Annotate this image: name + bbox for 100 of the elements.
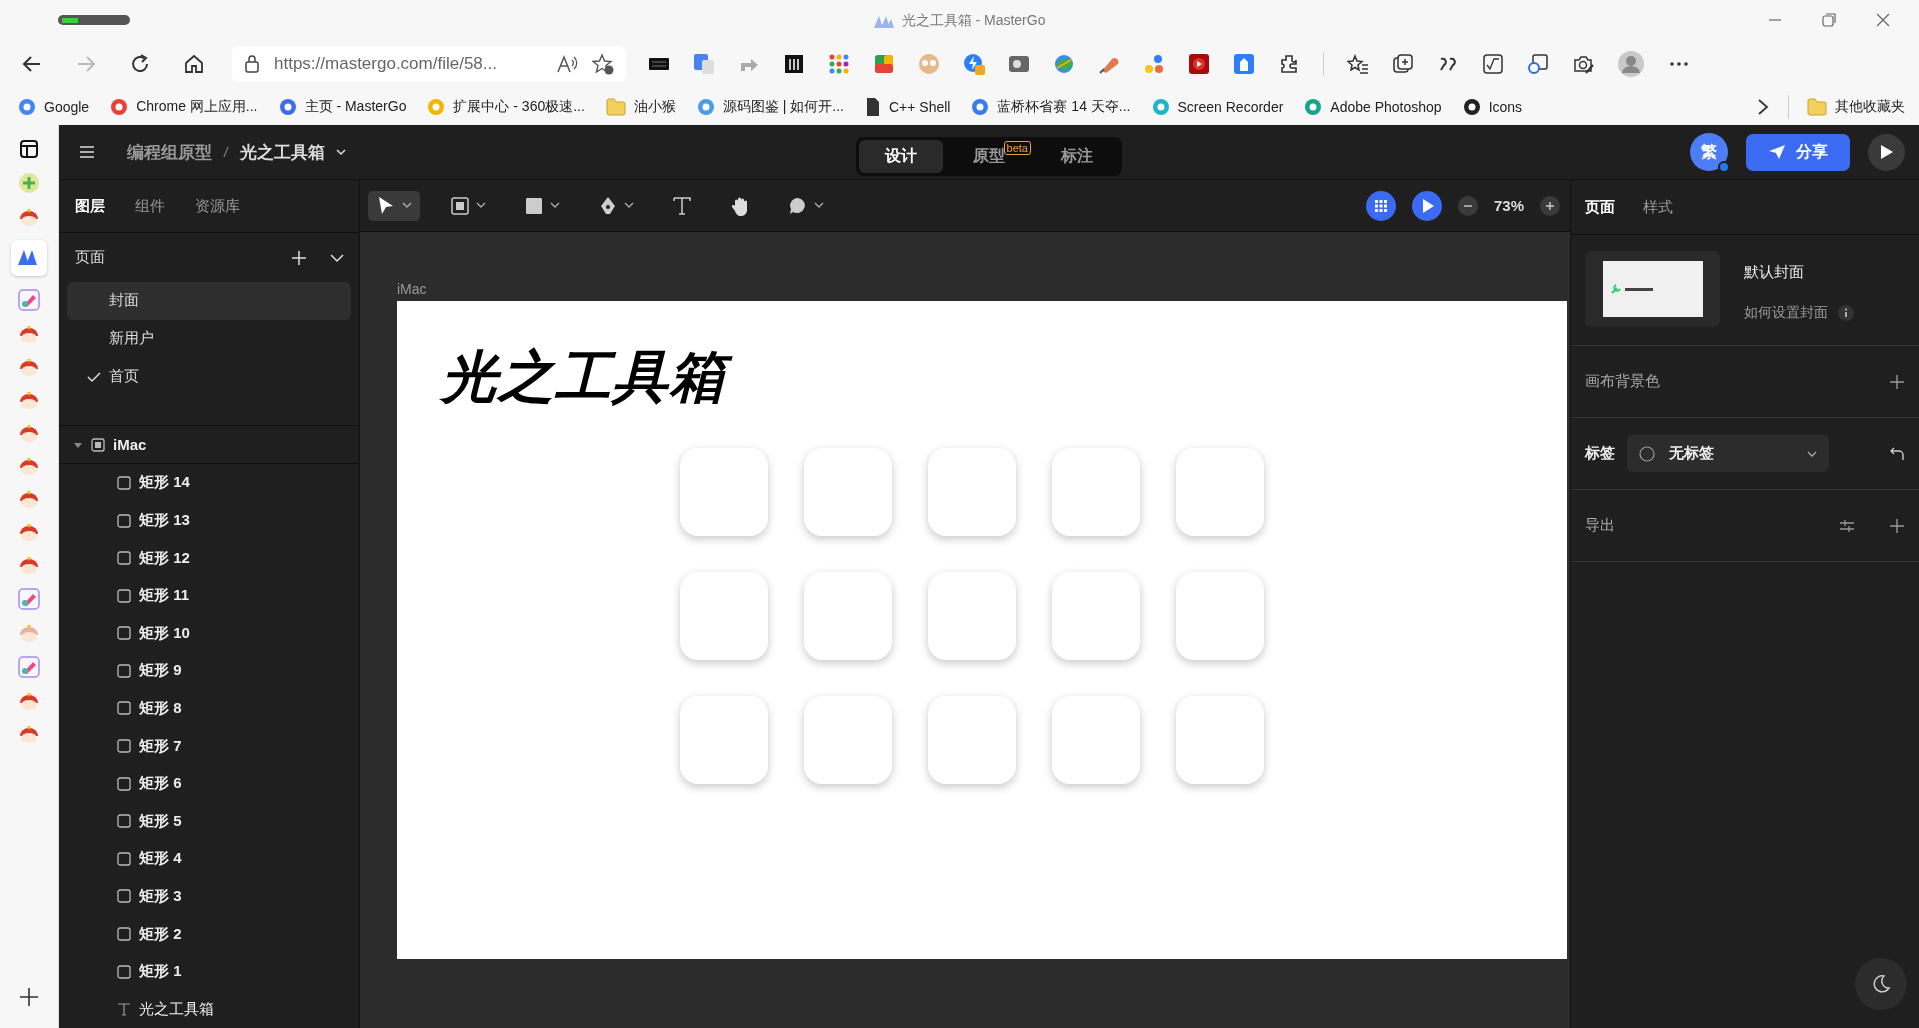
layer-name[interactable]: 矩形 6 (139, 774, 182, 794)
bookmark-link[interactable]: 油小猴 (633, 97, 676, 116)
menu-icon[interactable] (79, 145, 95, 159)
bookmark-link[interactable]: 源码图鉴 | 如何开... (722, 97, 844, 116)
grid-plugin-icon[interactable] (1365, 190, 1396, 221)
home-icon[interactable] (182, 52, 206, 76)
sidebar-toggle-icon[interactable] (19, 139, 39, 159)
layer-name[interactable]: 矩形 13 (139, 511, 190, 530)
panel-tab[interactable]: 样式 (1643, 197, 1673, 217)
panel-tab[interactable]: 资源库 (195, 196, 240, 216)
bookmark-link[interactable]: Google (44, 98, 90, 115)
caret-icon[interactable] (624, 202, 634, 209)
bookmark-link[interactable]: 扩展中心 - 360极速... (453, 97, 585, 116)
globe-icon[interactable] (1053, 53, 1075, 75)
bookmark-folder[interactable]: 其他收藏夹 (1835, 97, 1905, 116)
add-icon[interactable] (18, 986, 40, 1008)
mascot-icon[interactable] (18, 357, 40, 377)
favorite-icon[interactable] (592, 53, 614, 75)
user-avatar[interactable]: 繁 (1690, 133, 1728, 171)
add-page-icon[interactable] (291, 249, 307, 266)
cover-thumbnail[interactable] (1585, 251, 1720, 327)
pen-app-icon[interactable] (18, 588, 40, 610)
bookmark-link[interactable]: Screen Recorder (1177, 98, 1284, 115)
page-item[interactable]: 新用户 (67, 319, 351, 358)
share-button[interactable]: 分享 (1746, 133, 1850, 171)
layer-name[interactable]: iMac (113, 436, 147, 454)
translate-icon[interactable] (693, 53, 715, 75)
bookmark-link[interactable]: Chrome 网上应用... (136, 97, 258, 116)
present-button[interactable] (1868, 133, 1905, 171)
ie-mode-icon[interactable] (1527, 53, 1549, 75)
zoom-out-button[interactable] (1457, 195, 1478, 216)
play-plugin-icon[interactable] (1411, 190, 1442, 221)
info-icon[interactable] (1838, 305, 1854, 321)
layer-name[interactable]: 矩形 4 (139, 849, 182, 869)
mode-tab[interactable]: 设计 (859, 140, 943, 173)
caret-icon[interactable] (550, 202, 560, 209)
panel-tab[interactable]: 组件 (135, 196, 165, 216)
play-square-icon[interactable] (1188, 53, 1210, 75)
trash-icon[interactable] (783, 53, 805, 75)
layer-name[interactable]: 光之工具箱 (139, 999, 214, 1019)
artboard[interactable]: 光之工具箱 (397, 301, 1567, 959)
add-icon[interactable] (1889, 373, 1905, 390)
add-circle-icon[interactable] (18, 172, 40, 194)
bookmark-link[interactable]: 蓝桥杯省赛 14 天夺... (997, 97, 1131, 116)
mascot-icon[interactable] (18, 724, 40, 744)
caret-icon[interactable] (814, 202, 824, 209)
comment-icon[interactable] (788, 195, 808, 216)
layer-name[interactable]: 矩形 14 (139, 473, 190, 493)
mascot-icon[interactable] (18, 555, 40, 575)
mascot-icon[interactable] (18, 324, 40, 344)
bookmark-link[interactable]: 主页 - MasterGo (304, 97, 407, 116)
zoom-level[interactable]: 73% (1493, 197, 1524, 214)
layer-name[interactable]: 矩形 1 (139, 962, 182, 982)
formula-icon[interactable] (1482, 53, 1504, 75)
layer-name[interactable]: 矩形 3 (139, 886, 182, 906)
puzzle-icon[interactable] (1278, 53, 1300, 75)
screenshot-icon[interactable] (1572, 53, 1594, 75)
layer-name[interactable]: 矩形 2 (139, 924, 182, 944)
page-item[interactable]: 首页 (67, 357, 351, 396)
hand-icon[interactable] (730, 195, 750, 216)
close-icon[interactable] (1875, 12, 1891, 28)
tag-dropdown[interactable]: 无标签 (1627, 435, 1829, 472)
favorites-icon[interactable] (1347, 53, 1369, 75)
lightning-icon[interactable] (963, 53, 985, 75)
frame-tool-icon[interactable] (450, 195, 470, 216)
mascot-icon[interactable] (18, 207, 40, 227)
text-tool-icon[interactable] (672, 195, 692, 216)
bookmark-link[interactable]: C++ Shell (889, 98, 951, 115)
layer-name[interactable]: 矩形 9 (139, 661, 182, 681)
restore-icon[interactable] (1821, 12, 1837, 28)
undo-icon[interactable] (1889, 445, 1905, 462)
mascot-icon[interactable] (18, 456, 40, 476)
profile-avatar-icon[interactable] (1617, 50, 1645, 78)
rectangle-tool-icon[interactable] (524, 195, 544, 216)
mascot-icon[interactable] (18, 489, 40, 509)
panel-tab[interactable]: 页面 (1585, 197, 1615, 217)
page-item[interactable]: 封面 (67, 281, 351, 320)
caret-icon[interactable] (476, 202, 486, 209)
dots-icon[interactable] (1143, 53, 1165, 75)
read-aloud-icon[interactable] (556, 54, 578, 74)
pen-app-icon[interactable] (18, 656, 40, 678)
layer-name[interactable]: 矩形 7 (139, 736, 182, 756)
pen-tool-icon[interactable] (598, 195, 618, 216)
apps-grid-icon[interactable] (828, 53, 850, 75)
file-name[interactable]: 光之工具箱 (240, 140, 325, 164)
mascot-icon[interactable] (18, 691, 40, 711)
help-link[interactable]: 如何设置封面 (1744, 304, 1828, 322)
layer-name[interactable]: 矩形 12 (139, 548, 190, 568)
settings-sliders-icon[interactable] (1839, 517, 1855, 534)
mascot-icon[interactable] (18, 423, 40, 443)
layer-name[interactable]: 矩形 5 (139, 811, 182, 831)
layer-name[interactable]: 矩形 11 (139, 586, 190, 606)
breadcrumb-link[interactable]: 编程组原型 (127, 140, 212, 164)
wallet-icon[interactable] (1008, 53, 1030, 75)
bookmark-link[interactable]: Icons (1488, 98, 1523, 115)
dark-mode-button[interactable] (1855, 958, 1907, 1010)
mascot-icon[interactable] (18, 522, 40, 542)
zoom-in-button[interactable] (1540, 195, 1560, 216)
bookmark-link[interactable]: Adobe Photoshop (1330, 98, 1442, 115)
colored-squares-icon[interactable] (873, 53, 895, 75)
